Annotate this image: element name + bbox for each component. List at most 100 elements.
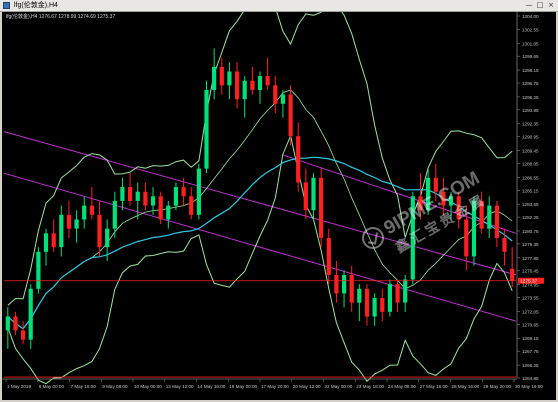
candle-body	[135, 191, 140, 201]
candle-body	[82, 205, 87, 220]
candle-body	[189, 196, 194, 215]
candle-body	[403, 279, 408, 303]
time-axis-label: 23 May 16:00	[356, 384, 384, 389]
price-axis-label: 1267.75	[522, 349, 539, 354]
price-axis-label: 1270.65	[522, 322, 539, 327]
price-axis-label: 1280.75	[522, 229, 539, 234]
price-axis-label: 1293.85	[522, 108, 539, 113]
price-axis-label: 1288.05	[522, 161, 539, 166]
time-axis-label: 20 May 12:00	[293, 384, 321, 389]
candle-body	[510, 268, 515, 281]
candle-body	[158, 196, 163, 220]
candle-body	[242, 80, 247, 100]
candle-body	[51, 233, 56, 248]
time-axis-label: 9 May 08:00	[102, 384, 128, 389]
time-axis-label: 27 May 16:00	[420, 384, 448, 389]
candle-body	[502, 237, 507, 252]
bollinger-lower-band	[7, 134, 513, 385]
price-axis-label: 1304.00	[522, 14, 539, 19]
price-axis-label: 1301.05	[522, 41, 539, 46]
price-axis-label: 1282.25	[522, 215, 539, 220]
candle-body	[219, 66, 224, 86]
candle-body	[21, 330, 26, 340]
candle-body	[250, 80, 255, 90]
time-axis-label: 1 May 2019	[7, 384, 31, 389]
chart-info-text: lfg(伦敦金),H4 1276.67 1278.99 1274.69 1275…	[6, 14, 116, 20]
price-axis-label: 1279.35	[522, 242, 539, 247]
price-axis-label: 1302.55	[522, 27, 539, 32]
time-axis-label: 10 May 00:00	[134, 384, 162, 389]
price-axis-label: 1277.85	[522, 256, 539, 261]
candle-body	[448, 196, 454, 206]
price-axis-label: 1273.55	[522, 296, 539, 301]
time-axis-label: 17 May 20:00	[261, 384, 289, 389]
candle-body	[303, 182, 308, 211]
candle-body	[212, 66, 217, 90]
time-axis-label: 28 May 16:00	[452, 384, 480, 389]
candle-body	[311, 177, 316, 211]
time-axis-label: 22 May 00:00	[325, 384, 353, 389]
price-axis-label: 1266.25	[522, 363, 539, 368]
candle-body	[418, 196, 423, 211]
candle-body	[120, 187, 125, 201]
candle-body	[494, 205, 499, 238]
candle-body	[97, 214, 102, 248]
minimize-button[interactable]: —	[524, 1, 534, 10]
price-axis-label: 1286.55	[522, 175, 539, 180]
candle-body	[257, 76, 263, 90]
candle-body	[5, 316, 10, 331]
candle-body	[395, 284, 400, 303]
close-button[interactable]: ×	[546, 1, 556, 10]
candle-body	[128, 187, 133, 201]
price-axis-label: 1290.95	[522, 135, 539, 140]
candle-body	[319, 177, 324, 238]
candle-body	[280, 94, 285, 104]
candlestick-chart-svg[interactable]: 1304.00 1302.55 1301.05 1299.65 1298.15 1296.…	[2, 12, 556, 400]
price-axis-label: 1298.15	[522, 68, 539, 73]
price-axis-label: 1295.25	[522, 95, 539, 100]
price-axis-label: 1283.65	[522, 202, 539, 207]
candle-body	[227, 71, 232, 86]
time-axis-label: 29 May 20:00	[483, 384, 511, 389]
candle-body	[43, 233, 49, 252]
candle-body	[59, 214, 64, 248]
candle-body	[479, 200, 484, 229]
price-axis-label: 1292.35	[522, 122, 539, 127]
candle-body	[433, 177, 438, 192]
candle-body	[143, 191, 148, 206]
title-bar[interactable]: lfg(伦敦金),H4 — □ ×	[0, 0, 558, 12]
chart-window-icon	[3, 2, 10, 9]
maximize-button[interactable]: □	[535, 1, 545, 10]
chart-window: lfg(伦敦金),H4 — □ × 1304.00 1302.55 1301.05 1…	[0, 0, 558, 402]
price-axis-label: 1264.85	[522, 376, 539, 381]
candle-body	[235, 71, 240, 100]
candle-body	[380, 298, 385, 312]
current-price-label: 1275.37	[520, 279, 538, 285]
candle-body	[326, 237, 331, 275]
candle-body	[273, 85, 278, 104]
channel-upper-line	[3, 131, 517, 276]
candle-body	[334, 274, 339, 294]
price-chart[interactable]: 1304.00 1302.55 1301.05 1299.65 1298.15 1296.…	[2, 12, 556, 400]
time-axis-label: 30 May 16:00	[515, 384, 543, 389]
candle-body	[342, 274, 347, 294]
candle-body	[74, 219, 79, 229]
candle-body	[28, 288, 33, 340]
candle-body	[471, 200, 477, 257]
time-axis-label: 7 May 16:00	[71, 384, 97, 389]
candle-body	[204, 90, 209, 169]
candle-body	[181, 187, 186, 197]
price-axis-label: 1272.05	[522, 309, 539, 314]
candle-body	[441, 191, 446, 206]
candle-body	[66, 214, 72, 229]
candle-body	[372, 298, 377, 317]
time-axis-label: 24 May 08:00	[388, 384, 416, 389]
candle-body	[364, 288, 370, 317]
price-axis-label: 1269.15	[522, 336, 539, 341]
candle-body	[426, 177, 431, 211]
candle-body	[36, 251, 41, 289]
candle-body	[196, 168, 201, 215]
candle-body	[456, 196, 461, 220]
candle-body	[349, 274, 354, 303]
candle-body	[410, 196, 415, 280]
